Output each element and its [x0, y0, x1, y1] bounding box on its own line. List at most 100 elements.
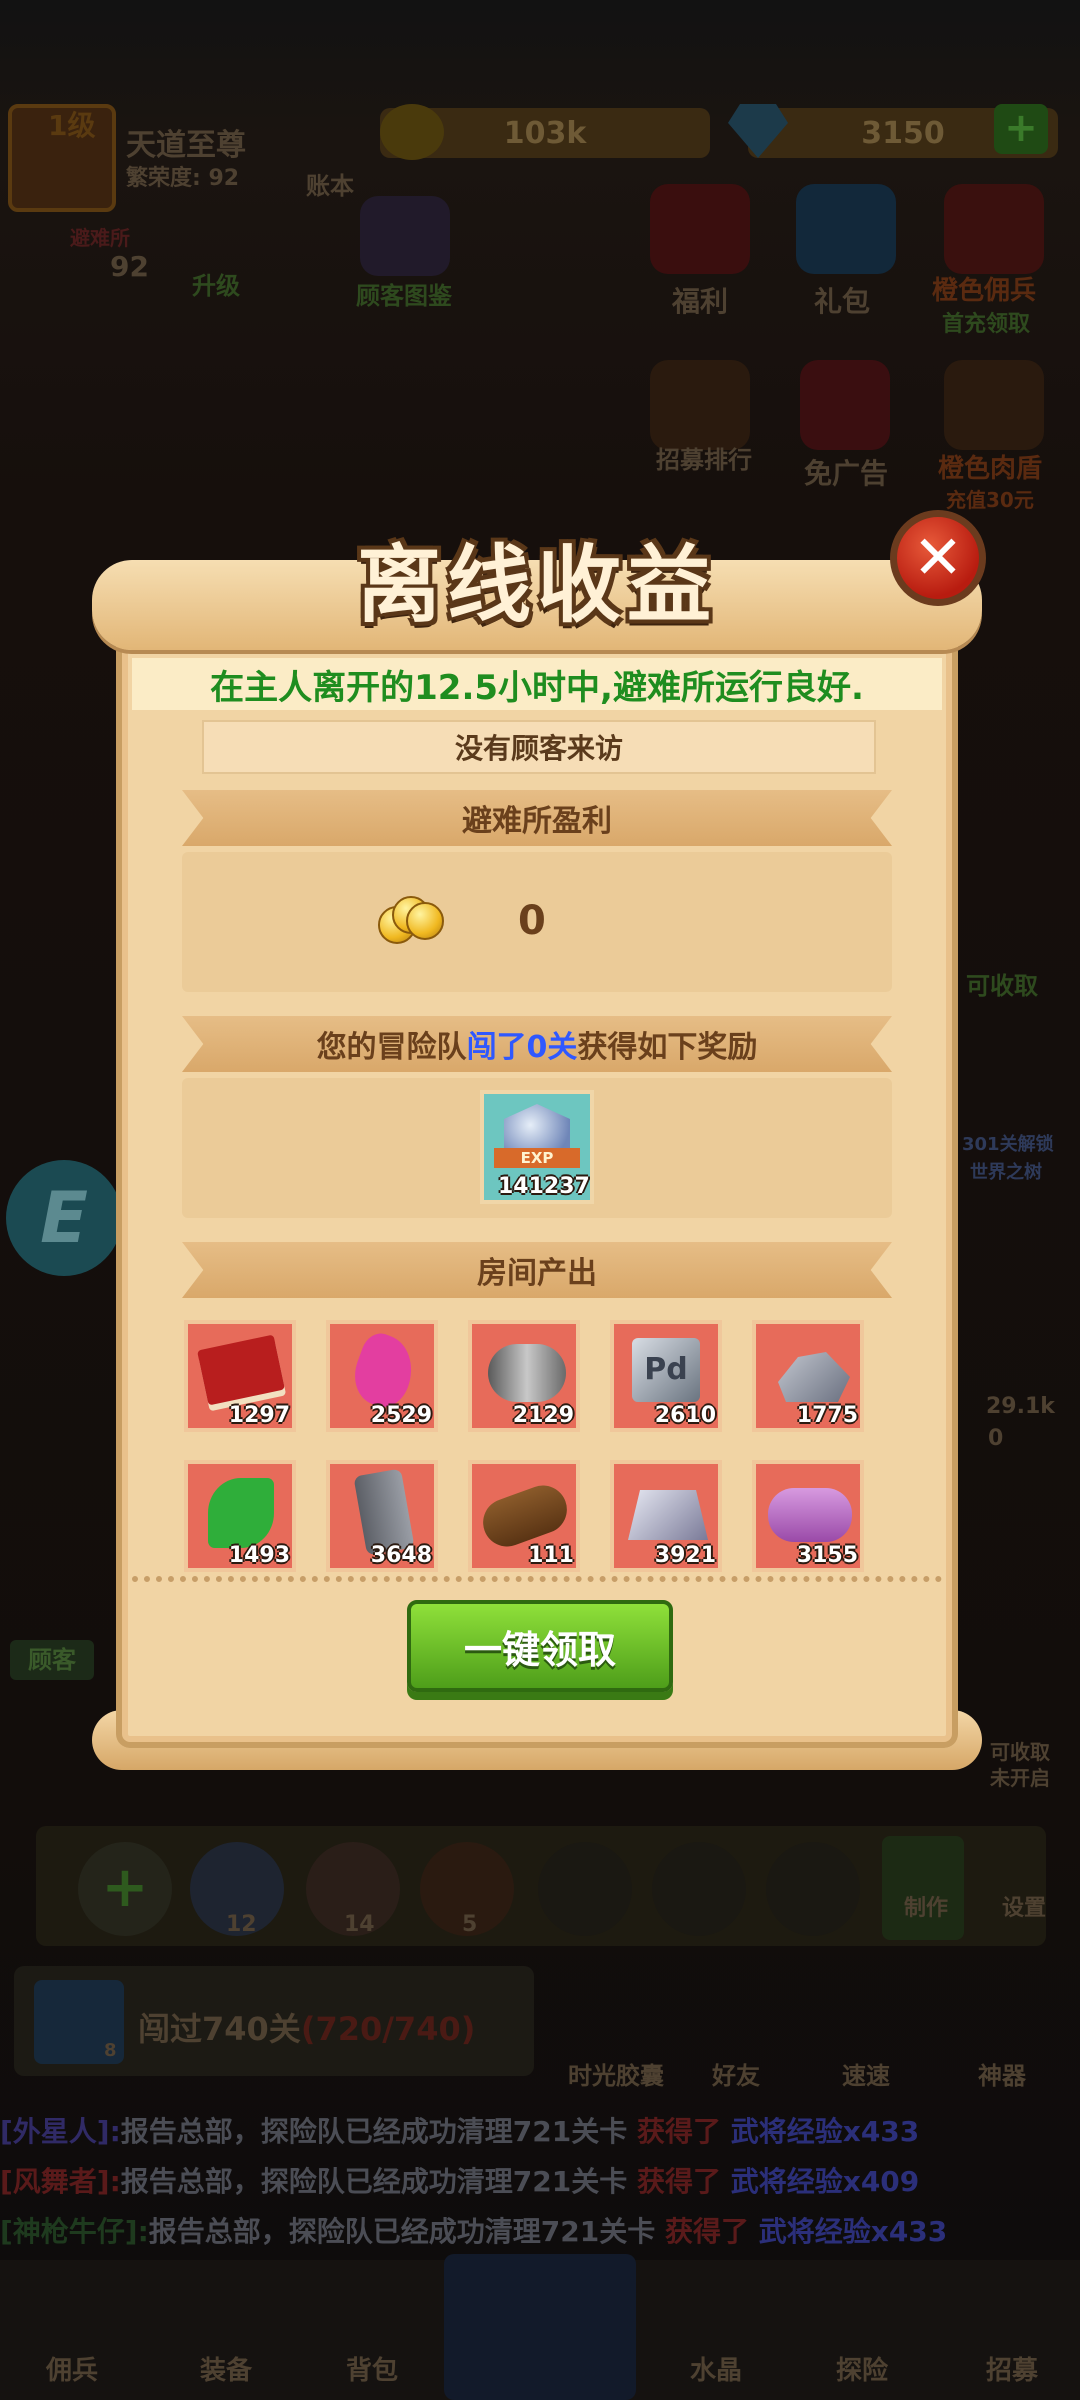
wood-log-icon: 111 — [468, 1460, 580, 1572]
profit-header: 避难所盈利 — [182, 790, 892, 846]
add-gems-button[interactable]: + — [994, 104, 1048, 154]
item-count: 3648 — [370, 1543, 432, 1568]
chat-line-3: [神枪牛仔]:报告总部，探险队已经成功清理721关卡 获得了 武将经验x433 — [0, 2210, 947, 2250]
cloth-roll-icon: 3155 — [752, 1460, 864, 1572]
palladium-cube-icon: Pd 2610 — [610, 1320, 722, 1432]
adventure-reward-panel: EXP 141237 — [182, 1078, 892, 1218]
book-icon: 1297 — [184, 1320, 296, 1432]
stage-cleared: 闯过740关 — [138, 2010, 301, 2048]
item-count: 2529 — [370, 1403, 432, 1428]
upgrade-button[interactable]: 升级 — [192, 266, 240, 301]
orange-mercenary-sub: 首充领取 — [942, 312, 1031, 337]
feature-artifact[interactable]: 神器 — [978, 2056, 1026, 2091]
customer-gallery-icon[interactable] — [360, 196, 450, 276]
offline-earnings-dialog: 离线收益 ✕ 在主人离开的12.5小时中,避难所运行良好. 没有顾客来访 避难所… — [92, 510, 986, 1770]
item-count: 111 — [528, 1543, 574, 1568]
gift-pack-icon[interactable] — [796, 184, 896, 274]
player-name: 天道至尊 — [126, 128, 246, 163]
customer-label: 顾客 — [28, 1646, 76, 1674]
close-icon: ✕ — [912, 523, 964, 593]
adventure-suffix: 获得如下奖励 — [577, 1030, 758, 1065]
gold-coins-icon — [378, 892, 448, 952]
stage-progress: (720/740) — [300, 2010, 476, 2048]
nav-equipment[interactable]: 装备 — [200, 2350, 252, 2387]
close-button[interactable]: ✕ — [890, 510, 986, 606]
offline-summary: 在主人离开的12.5小时中,避难所运行良好. — [132, 658, 942, 710]
pet-line2: 未开启 — [990, 1766, 1050, 1790]
side-value-2: 0 — [988, 1426, 1004, 1451]
orange-tank-icon[interactable] — [944, 360, 1044, 450]
steel-roll-icon: 2129 — [468, 1320, 580, 1432]
adventure-highlight: 闯了0关 — [466, 1030, 578, 1065]
claim-all-button[interactable]: 一键领取 — [407, 1600, 673, 1692]
slot-6[interactable] — [766, 1842, 860, 1936]
no-ads-label: 免广告 — [804, 457, 889, 490]
chat-reward-3: 武将经验x433 — [758, 2215, 948, 2248]
dotted-divider — [132, 1576, 942, 1582]
nav-backpack[interactable]: 背包 — [346, 2350, 398, 2387]
slot-4[interactable] — [538, 1842, 632, 1936]
e-label: E — [40, 1177, 88, 1259]
chat-got-1: 获得了 — [637, 2115, 722, 2148]
side-value-1: 29.1k — [986, 1394, 1055, 1419]
shelter-value: 92 — [110, 250, 149, 283]
profit-value: 0 — [518, 898, 546, 944]
item-count: 2610 — [654, 1403, 716, 1428]
chat-got-2: 获得了 — [637, 2165, 722, 2198]
chat-msg-1: 报告总部，探险队已经成功清理721关卡 — [120, 2115, 628, 2148]
shelter-label: 避难所 — [70, 226, 130, 250]
gem-value: 3150 — [861, 115, 945, 151]
nav-recruit[interactable]: 招募 — [986, 2350, 1038, 2387]
ledger-button[interactable]: 账本 — [306, 166, 354, 201]
chat-got-3: 获得了 — [665, 2215, 750, 2248]
exp-value: 141237 — [498, 1174, 590, 1199]
item-count: 3155 — [796, 1543, 858, 1568]
item-count: 3921 — [654, 1543, 716, 1568]
orange-mercenary-icon[interactable] — [944, 184, 1044, 274]
customer-button[interactable]: 顾客 — [10, 1640, 94, 1680]
gift-pack-label: 礼包 — [814, 285, 871, 318]
welfare-icon[interactable] — [650, 184, 750, 274]
chat-name-3: [神枪牛仔]: — [0, 2215, 149, 2248]
feature-friends[interactable]: 好友 — [712, 2056, 760, 2091]
no-ads-icon[interactable] — [800, 360, 890, 450]
nav-mercenary[interactable]: 佣兵 — [46, 2350, 98, 2387]
adventure-header: 您的冒险队 闯了0关 获得如下奖励 — [182, 1016, 892, 1072]
room-output-grid: 1297 2529 2129 Pd 2610 1775 1493 3648 11… — [182, 1310, 892, 1572]
slot-2-value: 14 — [344, 1912, 375, 1937]
adventure-prefix: 您的冒险队 — [316, 1030, 467, 1065]
orange-tank-label: 橙色肉盾 — [938, 454, 1043, 484]
ribbon-icon: 2529 — [326, 1320, 438, 1432]
slot-5[interactable] — [652, 1842, 746, 1936]
recruit-rank-label: 招募排行 — [656, 446, 752, 474]
chat-name-1: [外星人]: — [0, 2115, 121, 2148]
add-slot-button[interactable]: + — [78, 1842, 172, 1936]
item-count: 1297 — [228, 1403, 290, 1428]
nav-explore[interactable]: 探险 — [836, 2350, 888, 2387]
chat-reward-2: 武将经验x409 — [730, 2165, 920, 2198]
pet-line1: 可收取 — [990, 1740, 1050, 1764]
feature-time-capsule[interactable]: 时光胶囊 — [568, 2056, 664, 2091]
chat-msg-2: 报告总部，探险队已经成功清理721关卡 — [120, 2165, 628, 2198]
recruit-rank-icon[interactable] — [650, 360, 750, 450]
nav-center[interactable] — [444, 2254, 636, 2400]
welfare-label: 福利 — [672, 285, 729, 318]
item-count: 1775 — [796, 1403, 858, 1428]
silver-ingot-icon: 3921 — [610, 1460, 722, 1572]
claim-all-label: 一键领取 — [463, 1627, 616, 1672]
feature-fast[interactable]: 速速 — [842, 2056, 890, 2091]
dialog-title: 离线收益 — [356, 536, 717, 634]
settings-label[interactable]: 设置 — [1002, 1890, 1046, 1922]
room-output-header: 房间产出 — [182, 1242, 892, 1298]
slot-3-value: 5 — [462, 1912, 478, 1937]
item-count: 1493 — [228, 1543, 290, 1568]
nav-crystal[interactable]: 水晶 — [690, 2350, 742, 2387]
no-visitors-text: 没有顾客来访 — [202, 720, 876, 774]
exp-ribbon: EXP — [494, 1148, 580, 1168]
orange-tank-sub: 充值30元 — [946, 488, 1034, 512]
make-button[interactable] — [882, 1836, 964, 1940]
herb-icon: 1493 — [184, 1460, 296, 1572]
player-level-tag: 1级 — [48, 109, 96, 142]
make-label: 制作 — [904, 1896, 949, 1921]
gold-coin-icon — [380, 104, 444, 160]
